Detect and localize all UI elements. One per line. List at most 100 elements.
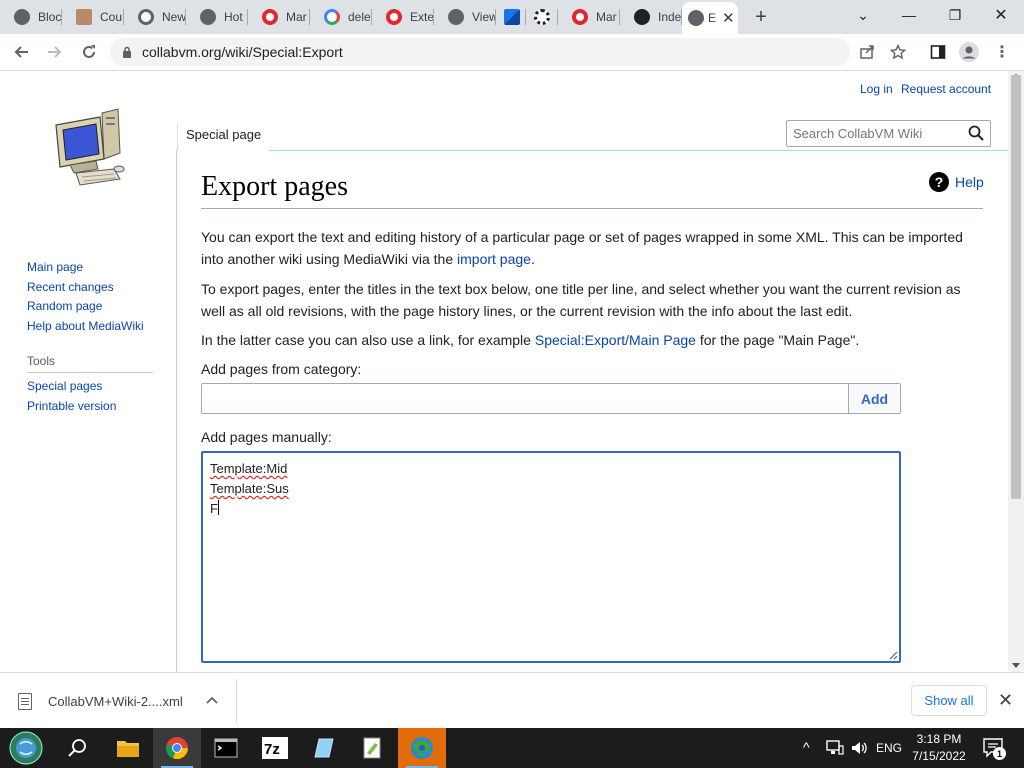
reload-icon bbox=[83, 45, 95, 58]
arrow-left-icon bbox=[14, 46, 28, 58]
show-all-button[interactable]: Show all bbox=[911, 685, 987, 716]
terminal-button[interactable] bbox=[202, 728, 250, 768]
page-scrollbar[interactable] bbox=[1008, 71, 1024, 672]
notepad-icon bbox=[314, 738, 334, 758]
start-button[interactable] bbox=[2, 728, 50, 768]
profile-avatar-icon[interactable] bbox=[957, 40, 981, 64]
scroll-down-arrow-icon[interactable] bbox=[1012, 663, 1020, 668]
language-indicator[interactable]: ENG bbox=[876, 741, 902, 755]
forward-button[interactable] bbox=[38, 35, 72, 69]
browser-tab[interactable]: New bbox=[124, 0, 186, 34]
browser-tab[interactable]: Hot bbox=[186, 0, 248, 34]
notification-center-button[interactable]: 1 bbox=[983, 738, 1006, 760]
collabvm-logo-icon bbox=[55, 108, 125, 186]
notepad-button[interactable] bbox=[300, 728, 348, 768]
import-page-link[interactable]: import page bbox=[457, 251, 531, 267]
terminal-icon bbox=[214, 738, 238, 758]
category-input[interactable] bbox=[201, 383, 849, 414]
textarea-line: Template:Mid bbox=[210, 461, 288, 476]
browser-tab[interactable] bbox=[526, 0, 558, 34]
edge-button[interactable] bbox=[398, 728, 446, 768]
system-clock[interactable]: 3:18 PM 7/15/2022 bbox=[906, 731, 972, 765]
browser-tab[interactable] bbox=[496, 0, 526, 34]
volume-icon[interactable] bbox=[851, 740, 869, 756]
scrollbar-thumb[interactable] bbox=[1011, 75, 1021, 499]
7zip-button[interactable]: 7z bbox=[251, 728, 299, 768]
folder-icon bbox=[117, 741, 139, 757]
request-account-link[interactable]: Request account bbox=[901, 82, 991, 96]
textarea-line: F bbox=[210, 500, 219, 516]
tab-special-page[interactable]: Special page bbox=[177, 123, 270, 151]
help-label: Help bbox=[955, 174, 984, 190]
new-tab-button[interactable]: + bbox=[746, 2, 776, 32]
browser-tab-active[interactable]: E ✕ bbox=[682, 2, 738, 34]
sidebar-item-special-pages[interactable]: Special pages bbox=[27, 377, 157, 397]
tools-heading: Tools bbox=[27, 354, 153, 373]
special-export-link[interactable]: Special:Export/Main Page bbox=[535, 332, 696, 348]
browser-tab[interactable]: Mar bbox=[248, 0, 310, 34]
chrome-taskbar-button[interactable] bbox=[153, 728, 201, 768]
pages-textarea[interactable]: Template:Mid Template:Sus F bbox=[201, 451, 901, 663]
page-title: Export pages bbox=[201, 171, 348, 202]
notepad-plus-button[interactable] bbox=[349, 728, 397, 768]
browser-tab[interactable]: Mar bbox=[558, 0, 620, 34]
kebab-menu-icon[interactable]: ⋮ bbox=[990, 40, 1014, 64]
download-item[interactable]: CollabVM+Wiki-2....xml bbox=[18, 687, 183, 715]
windows-orb-icon bbox=[9, 731, 43, 765]
chevron-up-icon[interactable]: ^ bbox=[803, 739, 810, 755]
maximize-button[interactable]: ❐ bbox=[932, 0, 978, 30]
globe-icon bbox=[448, 9, 464, 25]
close-tab-icon[interactable]: ✕ bbox=[722, 9, 735, 27]
7zip-icon: 7z bbox=[262, 737, 288, 759]
sidebar-item-main-page[interactable]: Main page bbox=[27, 258, 157, 278]
browser-tab[interactable]: dele bbox=[310, 0, 372, 34]
sidebar-item-recent-changes[interactable]: Recent changes bbox=[27, 278, 157, 298]
help-link[interactable]: ? Help bbox=[929, 172, 984, 192]
globe-icon bbox=[688, 10, 704, 26]
close-download-bar-icon[interactable]: ✕ bbox=[998, 690, 1013, 711]
globe-icon bbox=[200, 9, 216, 25]
chevron-up-icon[interactable] bbox=[206, 693, 218, 707]
sidebar-item-printable-version[interactable]: Printable version bbox=[27, 397, 157, 417]
resize-handle-icon[interactable] bbox=[889, 651, 898, 660]
sidebar-item-random-page[interactable]: Random page bbox=[27, 297, 157, 317]
add-category-button[interactable]: Add bbox=[848, 383, 901, 414]
file-explorer-button[interactable] bbox=[104, 728, 152, 768]
star-icon[interactable] bbox=[886, 40, 910, 64]
browser-tab[interactable]: Exte bbox=[372, 0, 434, 34]
share-icon[interactable] bbox=[855, 40, 879, 64]
link-example-paragraph: In the latter case you can also use a li… bbox=[201, 332, 860, 348]
sidebar: Main page Recent changes Random page Hel… bbox=[27, 258, 157, 416]
globe-icon bbox=[14, 9, 30, 25]
search-taskbar-button[interactable] bbox=[54, 728, 102, 768]
title-divider bbox=[201, 208, 983, 209]
pinwheel-icon bbox=[504, 9, 520, 25]
address-bar[interactable]: collabvm.org/wiki/Special:Export bbox=[110, 38, 850, 66]
edge-icon bbox=[411, 737, 433, 759]
network-icon[interactable] bbox=[826, 740, 844, 756]
search-input[interactable]: Search CollabVM Wiki bbox=[786, 120, 991, 147]
reload-button[interactable] bbox=[72, 35, 106, 69]
login-link[interactable]: Log in bbox=[860, 82, 893, 96]
arrow-right-icon bbox=[48, 46, 62, 58]
windows-taskbar: 7z ^ ENG 3:18 PM 7/15/2022 1 bbox=[0, 728, 1024, 768]
file-icon bbox=[18, 692, 32, 710]
minimize-button[interactable]: — bbox=[886, 0, 932, 30]
search-icon[interactable] bbox=[968, 125, 984, 141]
url-text: collabvm.org/wiki/Special:Export bbox=[142, 44, 343, 60]
side-panel-icon[interactable] bbox=[926, 40, 950, 64]
browser-tab[interactable]: View bbox=[434, 0, 496, 34]
opera-icon bbox=[386, 9, 402, 25]
sidebar-item-help[interactable]: Help about MediaWiki bbox=[27, 317, 157, 337]
tab-search-chevron-icon[interactable]: ⌄ bbox=[840, 0, 886, 30]
download-divider bbox=[236, 679, 237, 723]
browser-toolbar: collabvm.org/wiki/Special:Export ⋮ bbox=[0, 34, 1024, 71]
browser-tab[interactable]: Bloc bbox=[0, 0, 62, 34]
browser-tab[interactable]: Inde bbox=[620, 0, 682, 34]
avatar-icon bbox=[76, 9, 92, 25]
close-window-button[interactable]: ✕ bbox=[978, 0, 1024, 30]
lock-icon bbox=[123, 46, 131, 58]
back-button[interactable] bbox=[4, 35, 38, 69]
browser-tab[interactable]: Cou bbox=[62, 0, 124, 34]
manual-label: Add pages manually: bbox=[201, 429, 332, 445]
